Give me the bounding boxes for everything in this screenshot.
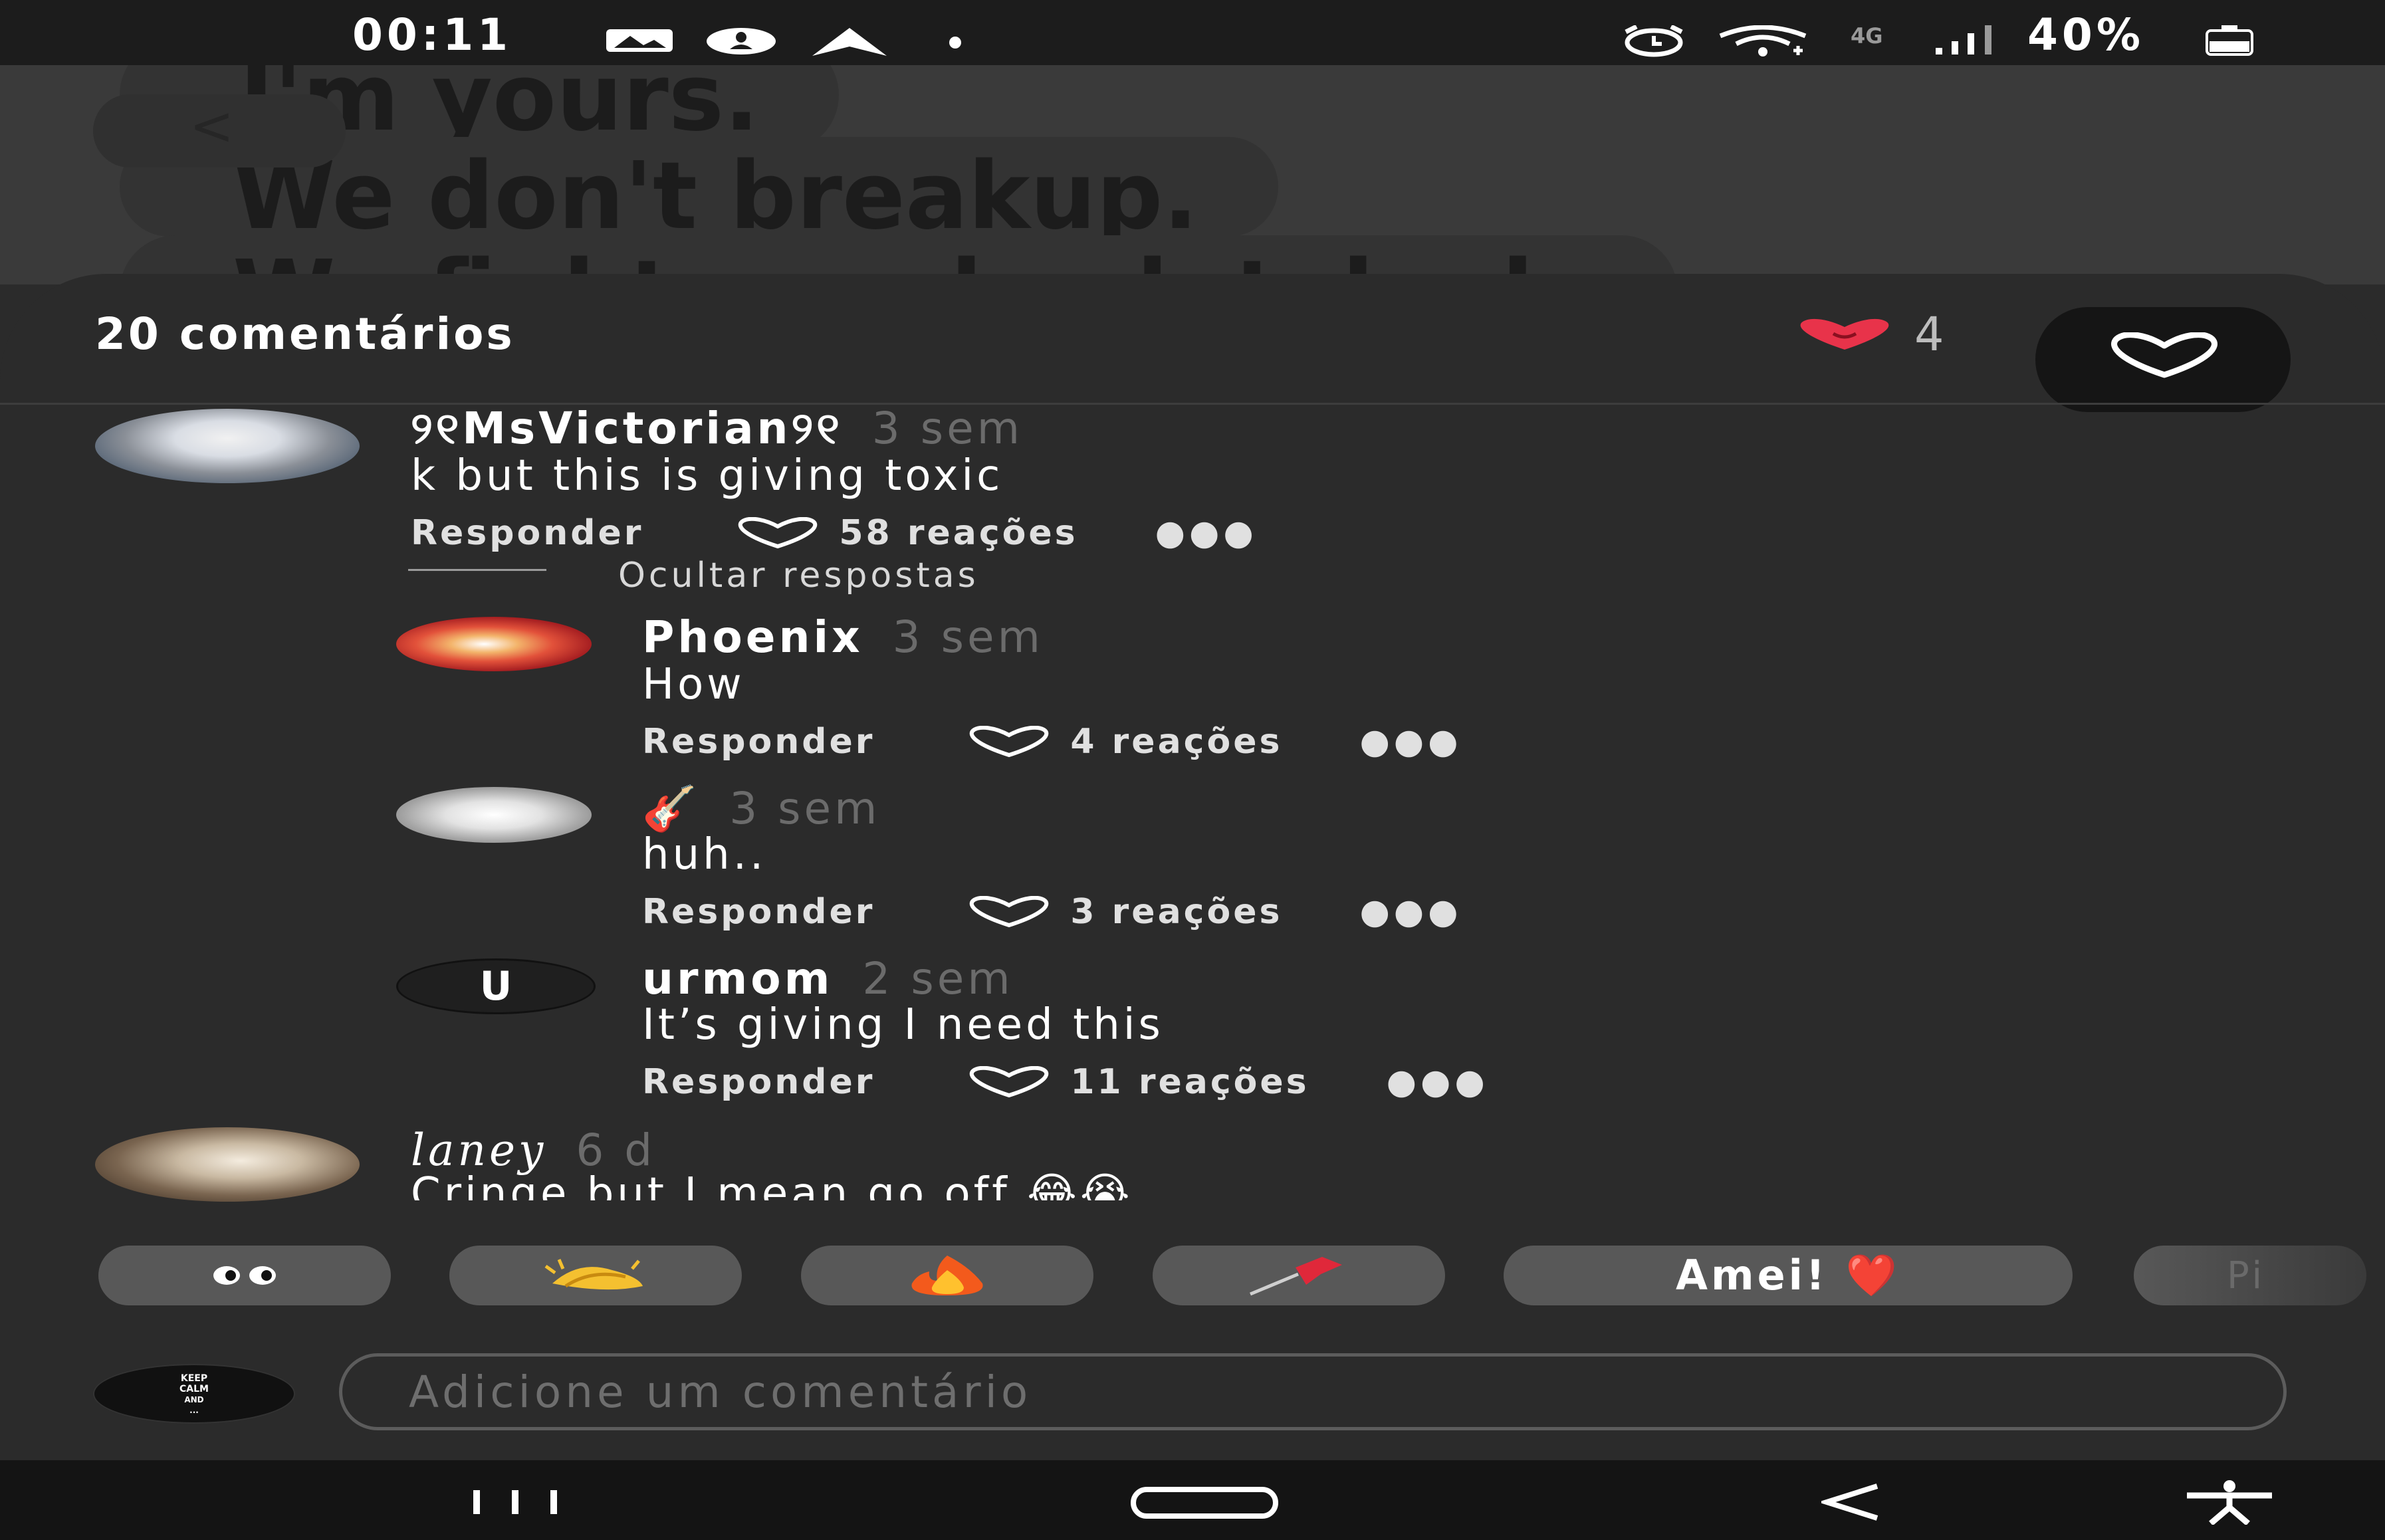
nav-arrow-notification-icon — [812, 28, 887, 56]
love-reaction-label: Amei! ❤️ — [1676, 1251, 1900, 1299]
my-avatar[interactable]: KEEP CALM AND ... — [93, 1364, 295, 1424]
eyes-icon — [213, 1266, 276, 1285]
heart-face-icon — [1800, 318, 1889, 350]
comment-header: laney 6 d — [411, 1129, 655, 1172]
quick-reaction-clap[interactable] — [449, 1246, 742, 1305]
accessibility-icon[interactable] — [2183, 1480, 2276, 1525]
recent-apps-icon[interactable] — [469, 1489, 562, 1515]
comment-username[interactable]: laney — [411, 1129, 546, 1172]
chevron-left-icon: < — [189, 95, 235, 157]
comment-likes-summary: 4 — [1795, 311, 1944, 358]
comment-actions: Responder 3 reações ●●● — [642, 895, 1462, 929]
avatar[interactable] — [396, 617, 592, 671]
comment-input[interactable] — [339, 1353, 2287, 1430]
quick-reaction-eyes[interactable] — [98, 1246, 391, 1305]
wifi-icon — [1719, 25, 1807, 56]
comment-timestamp: 2 sem — [862, 953, 1014, 1004]
story-background: I'm yours. We don't breakup. We fight we… — [0, 65, 2385, 284]
reply-button[interactable]: Responder — [642, 1065, 875, 1099]
reactions-count[interactable]: 3 reações — [1070, 895, 1282, 929]
header-divider — [0, 403, 2385, 405]
avatar[interactable] — [95, 1127, 360, 1202]
comment-timestamp: 3 sem — [729, 783, 881, 834]
comment-username[interactable]: 🎸 — [642, 787, 700, 831]
comment-text: k but this is giving toxic — [411, 451, 1004, 500]
avatar[interactable] — [396, 787, 592, 843]
more-notifications-dot-icon — [949, 37, 961, 49]
battery-icon — [2206, 25, 2253, 56]
reactions-count[interactable]: 11 reações — [1070, 1065, 1309, 1099]
replies-divider-line — [408, 569, 546, 571]
alarm-icon — [1625, 25, 1683, 57]
comment-text: How — [642, 660, 745, 709]
comment-username[interactable]: Phoenix — [642, 615, 863, 659]
reply-button[interactable]: Responder — [642, 724, 875, 759]
quick-reaction-pin[interactable] — [1153, 1246, 1445, 1305]
quick-reaction-more[interactable]: Pi — [2134, 1246, 2366, 1305]
gallery-notification-icon — [606, 29, 673, 52]
status-time: 00:11 — [352, 9, 512, 60]
svg-text:KEEP: KEEP — [181, 1373, 207, 1384]
heart-outline-icon[interactable] — [965, 896, 1053, 928]
comment-header: ୨୧MsVictorian୨୧ 3 sem — [411, 407, 1023, 451]
more-options-icon[interactable]: ●●● — [1387, 1065, 1489, 1099]
reactions-count[interactable]: 58 reações — [839, 516, 1078, 550]
more-options-icon[interactable]: ●●● — [1359, 895, 1462, 929]
comment-header: 🎸 3 sem — [642, 787, 880, 831]
heart-outline-icon[interactable] — [734, 517, 822, 549]
clapping-hands-icon — [544, 1259, 643, 1290]
comment-text-clip: Cringe but I mean go off 😂😭 — [411, 1170, 2006, 1200]
reactions-count[interactable]: 4 reações — [1070, 724, 1282, 759]
pushpin-icon — [1250, 1257, 1342, 1296]
comment-header: Phoenix 3 sem — [642, 615, 1044, 659]
avatar[interactable] — [95, 409, 360, 483]
comment-username[interactable]: ୨୧MsVictorian୨୧ — [411, 407, 843, 451]
comments-count-title: 20 comentários — [95, 308, 515, 360]
home-icon[interactable] — [1130, 1486, 1279, 1519]
heart-outline-icon[interactable] — [965, 726, 1053, 758]
partial-reaction-label: Pi — [2227, 1254, 2266, 1297]
like-comments-button[interactable] — [2035, 307, 2291, 412]
signal-strength-icon — [1936, 25, 1991, 55]
hide-replies-button[interactable]: Ocultar respostas — [618, 558, 979, 593]
comment-timestamp: 3 sem — [871, 403, 1023, 454]
avatar-letter: U — [479, 963, 512, 1010]
comment-text: It’s giving I need this — [642, 1000, 1164, 1049]
heart-outline-icon[interactable] — [965, 1066, 1053, 1098]
comment-likes-count: 4 — [1914, 307, 1944, 362]
svg-text:AND: AND — [184, 1395, 203, 1404]
quick-reaction-love[interactable]: Amei! ❤️ — [1504, 1246, 2073, 1305]
svg-text:CALM: CALM — [179, 1384, 209, 1394]
comment-timestamp: 3 sem — [892, 611, 1044, 663]
comment-header: urmom 2 sem — [642, 957, 1014, 1001]
back-icon[interactable] — [1821, 1484, 1881, 1521]
network-type-label: 4G — [1851, 23, 1883, 49]
more-options-icon[interactable]: ●●● — [1155, 516, 1258, 550]
fire-icon — [911, 1256, 983, 1295]
keep-calm-avatar-icon: KEEP CALM AND ... — [179, 1373, 209, 1415]
comment-timestamp: 6 d — [576, 1125, 656, 1176]
more-options-icon[interactable]: ●●● — [1359, 724, 1462, 759]
comment-text: Cringe but I mean go off 😂😭 — [411, 1170, 1133, 1200]
reply-button[interactable]: Responder — [642, 895, 875, 929]
account-notification-icon — [707, 28, 776, 55]
heart-outline-icon — [2111, 332, 2217, 378]
comment-text: huh.. — [642, 830, 767, 879]
quick-reaction-fire[interactable] — [801, 1246, 1093, 1305]
comment-actions: Responder 58 reações ●●● — [411, 516, 1258, 550]
comment-actions: Responder 11 reações ●●● — [642, 1065, 1489, 1099]
svg-text:...: ... — [189, 1406, 199, 1415]
reply-button[interactable]: Responder — [411, 516, 643, 550]
comment-actions: Responder 4 reações ●●● — [642, 724, 1462, 759]
battery-percentage: 40% — [2027, 9, 2144, 60]
comment-username[interactable]: urmom — [642, 957, 833, 1001]
avatar[interactable]: U — [396, 958, 596, 1014]
